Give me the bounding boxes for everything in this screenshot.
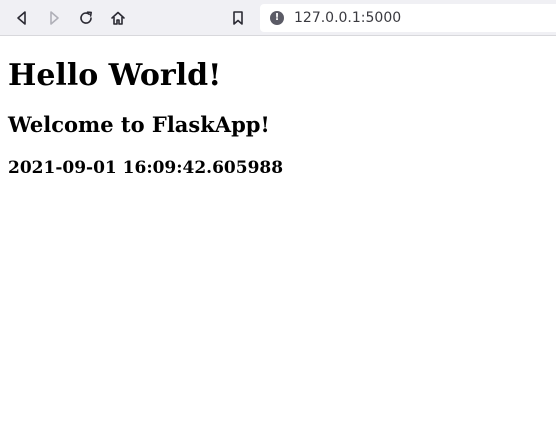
site-info-icon[interactable]: !	[270, 11, 284, 25]
reload-icon[interactable]	[72, 4, 100, 32]
browser-toolbar: ! 127.0.0.1:5000	[0, 0, 556, 36]
url-text[interactable]: 127.0.0.1:5000	[294, 10, 401, 26]
back-arrow-icon[interactable]	[8, 4, 36, 32]
page-timestamp: 2021-09-01 16:09:42.605988	[8, 158, 284, 178]
home-icon[interactable]	[104, 4, 132, 32]
address-bar[interactable]: ! 127.0.0.1:5000	[260, 4, 556, 32]
page-content: Hello World! Welcome to FlaskApp! 2021-0…	[8, 37, 548, 179]
bookmark-icon[interactable]	[224, 4, 252, 32]
forward-arrow-icon[interactable]	[40, 4, 68, 32]
page-heading-hello: Hello World!	[8, 58, 222, 93]
page-heading-welcome: Welcome to FlaskApp!	[8, 112, 270, 137]
